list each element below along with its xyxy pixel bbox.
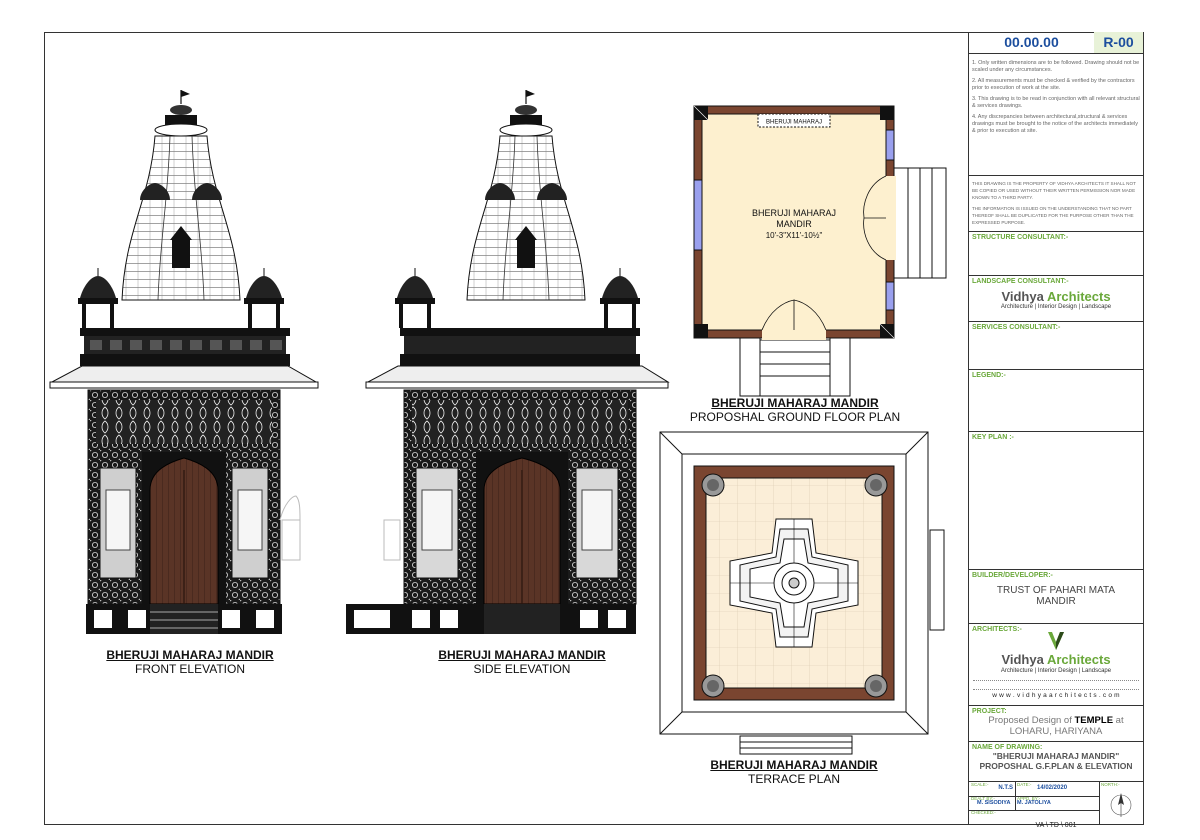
meta-row: SCALE:- N.T.S DATE:- 14/02/2020 NORTH:- … (969, 782, 1143, 824)
general-notes: 1. Only written dimensions are to be fol… (969, 54, 1143, 176)
project-row: PROJECT: Proposed Design of TEMPLE at LO… (969, 706, 1143, 742)
key-plan-label: KEY PLAN :- (972, 434, 1014, 441)
property-2: THE INFORMATION IS ISSUED ON THE UNDERST… (972, 206, 1134, 225)
structure-consultant-label: STRUCTURE CONSULTANT:- (972, 234, 1069, 241)
architect-firm-a: Vidhya (1001, 652, 1047, 667)
terrace-plan (659, 431, 945, 755)
caption-side-elevation: BHERUJI MAHARAJ MANDIR SIDE ELEVATION (412, 648, 632, 676)
architects-row: ARCHITECTS:- Vidhya Architects Architect… (969, 624, 1143, 706)
builder-line2: MANDIR (1036, 596, 1076, 607)
builder-line1: TRUST OF PAHARI MATA (996, 585, 1116, 596)
architect-tagline: Architecture | Interior Design | Landsca… (1000, 668, 1112, 674)
property-notice: THIS DRAWING IS THE PROPERTY OF VIDHYA A… (969, 176, 1143, 232)
property-1: THIS DRAWING IS THE PROPERTY OF VIDHYA A… (972, 181, 1136, 200)
legend-row: LEGEND:- (969, 370, 1143, 432)
caption-front-elevation: BHERUJI MAHARAJ MANDIR FRONT ELEVATION (80, 648, 300, 676)
ground-floor-plan: BHERUJI MAHARAJ BHERUJI MAHARAJ MANDIR 1… (693, 105, 947, 397)
landscape-consultant-row: LANDSCAPE CONSULTANT:- Vidhya Architects… (969, 276, 1143, 322)
approved-value: M. JATOLIYA (1017, 800, 1051, 806)
sheet-number: VA \ TD \ 001 (1035, 822, 1077, 829)
note-2: 2. All measurements must be checked & ve… (972, 78, 1135, 91)
legend-label: LEGEND:- (972, 372, 1006, 379)
architect-firm-name: Vidhya Architects (969, 652, 1143, 667)
drawing-name-line2: PROPOSHAL G.F.PLAN & ELEVATION (979, 761, 1133, 771)
website: w w w . v i d h y a a r c h i t e c t s … (992, 692, 1120, 699)
project-1a: Proposed Design of (988, 715, 1075, 726)
landscape-consultant-label: LANDSCAPE CONSULTANT:- (972, 278, 1069, 285)
structure-consultant-row: STRUCTURE CONSULTANT:- (969, 232, 1143, 276)
caption-ground-floor-plan: BHERUJI MAHARAJ MANDIR PROPOSHAL GROUND … (672, 396, 918, 424)
caption-subtitle: PROPOSHAL GROUND FLOOR PLAN (689, 410, 901, 424)
drawing-sheet: BHERUJI MAHARAJ BHERUJI MAHARAJ MANDIR 1… (0, 0, 1200, 840)
note-1: 1. Only written dimensions are to be fol… (972, 60, 1140, 73)
drawing-name-line1: "BHERUJI MAHARAJ MANDIR" (992, 751, 1120, 761)
room-size: 10'-3"X11'-10½" (766, 231, 823, 240)
date-code: 00.00.00 (969, 32, 1095, 53)
project-1c: at (1113, 715, 1124, 726)
caption-title: BHERUJI MAHARAJ MANDIR (711, 396, 879, 410)
project-label: PROJECT: (972, 708, 1007, 715)
project-1b: TEMPLE (1074, 715, 1114, 726)
builder-row: BUILDER/DEVELOPER:- TRUST OF PAHARI MATA… (969, 570, 1143, 624)
caption-terrace-plan: BHERUJI MAHARAJ MANDIR TERRACE PLAN (684, 758, 904, 786)
note-4: 4. Any discrepancies between architectur… (972, 114, 1139, 134)
architect-firm-b: Architects (1046, 652, 1111, 667)
north-arrow-icon (1110, 793, 1132, 817)
front-elevation (49, 90, 319, 634)
approved-cell: APPD. BY:- M. JATOLIYA (1015, 796, 1100, 811)
caption-subtitle: SIDE ELEVATION (473, 662, 571, 676)
revision: R-00 (1094, 32, 1143, 53)
signboard-text: BHERUJI MAHARAJ (766, 120, 822, 126)
caption-title: BHERUJI MAHARAJ MANDIR (710, 758, 878, 772)
checked-label: CHECKED:- (971, 810, 996, 815)
project-line1: Proposed Design of TEMPLE at (969, 715, 1143, 726)
north-label: NORTH:- (1101, 782, 1120, 787)
caption-title: BHERUJI MAHARAJ MANDIR (438, 648, 606, 662)
services-consultant-label: SERVICES CONSULTANT:- (972, 324, 1061, 331)
address-line (973, 680, 1139, 690)
architect-logo-icon (1048, 632, 1064, 650)
title-block: 00.00.00 R-00 1. Only written dimensions… (968, 32, 1144, 825)
firm-tagline: Architecture | Interior Design | Landsca… (1000, 304, 1112, 310)
key-plan-row: KEY PLAN :- (969, 432, 1143, 570)
caption-subtitle: FRONT ELEVATION (134, 662, 245, 676)
drawn-cell: DEALT BY:- M. SISODIYA (969, 796, 1016, 811)
firm-name-b: Architects (1046, 289, 1111, 304)
date-cell: DATE:- 14/02/2020 (1015, 782, 1100, 797)
revision-row: 00.00.00 R-00 (969, 32, 1143, 54)
north-cell: NORTH:- (1099, 782, 1143, 824)
drawing-name-label: NAME OF DRAWING: (972, 744, 1043, 751)
caption-title: BHERUJI MAHARAJ MANDIR (106, 648, 274, 662)
builder-label: BUILDER/DEVELOPER:- (972, 572, 1053, 579)
side-elevation (346, 90, 670, 634)
note-3: 3. This drawing is to be read in conjunc… (972, 96, 1140, 109)
room-name-line2: MANDIR (776, 219, 812, 229)
room-name-line1: BHERUJI MAHARAJ (752, 208, 836, 218)
drawing-name-row: NAME OF DRAWING: "BHERUJI MAHARAJ MANDIR… (969, 742, 1143, 782)
project-line2: LOHARU, HARIYANA (1009, 726, 1103, 737)
firm-name: Vidhya Architects (969, 289, 1143, 304)
services-consultant-row: SERVICES CONSULTANT:- (969, 322, 1143, 370)
caption-subtitle: TERRACE PLAN (747, 772, 841, 786)
scale-cell: SCALE:- N.T.S (969, 782, 1016, 797)
firm-name-a: Vidhya (1001, 289, 1047, 304)
